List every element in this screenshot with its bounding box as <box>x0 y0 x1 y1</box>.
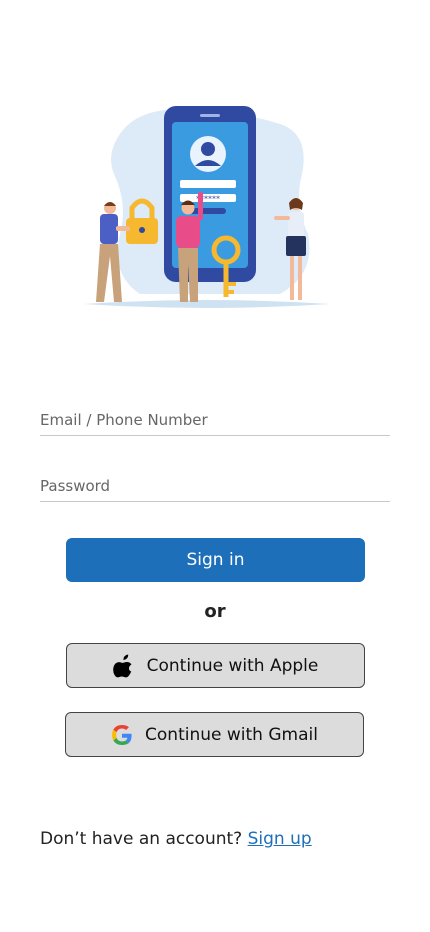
person-right-arm <box>274 216 290 220</box>
key-tooth-2 <box>228 290 234 294</box>
person-right-leg-1 <box>290 256 294 300</box>
phone-button <box>190 208 226 214</box>
person-right-torso <box>288 212 304 238</box>
phone-field-1 <box>180 180 236 188</box>
signup-link[interactable]: Sign up <box>248 829 312 849</box>
continue-with-apple-label: Continue with Apple <box>146 655 319 676</box>
login-illustration: ****** <box>84 106 330 308</box>
avatar-head <box>201 142 215 156</box>
signup-prompt-text: Don’t have an account? <box>40 829 243 849</box>
key-tooth-1 <box>228 282 236 286</box>
signin-button-label: Sign in <box>186 550 245 570</box>
person-middle-torso <box>176 216 200 248</box>
email-phone-input[interactable] <box>40 405 390 435</box>
password-input[interactable] <box>40 471 390 501</box>
password-field[interactable] <box>40 471 390 502</box>
person-middle-legs <box>178 248 198 302</box>
padlock-keyhole <box>139 227 145 233</box>
phone-speaker <box>200 114 220 117</box>
apple-icon <box>112 654 135 678</box>
or-divider: or <box>204 601 226 622</box>
key-shaft <box>223 261 229 297</box>
person-left-torso <box>100 214 118 244</box>
person-right-skirt <box>286 236 306 256</box>
continue-with-gmail-label: Continue with Gmail <box>145 724 318 745</box>
signup-prompt: Don’t have an account? Sign up <box>40 829 312 849</box>
person-left-legs <box>96 244 122 302</box>
person-left-hair <box>104 202 116 206</box>
person-left-arm <box>116 226 130 231</box>
google-icon <box>111 723 133 747</box>
signin-button[interactable]: Sign in <box>66 538 365 582</box>
continue-with-gmail-button[interactable]: Continue with Gmail <box>65 712 364 757</box>
email-phone-field[interactable] <box>40 405 390 436</box>
continue-with-apple-button[interactable]: Continue with Apple <box>66 643 365 688</box>
person-right-leg-2 <box>298 256 302 300</box>
person-middle-arm <box>198 192 203 220</box>
